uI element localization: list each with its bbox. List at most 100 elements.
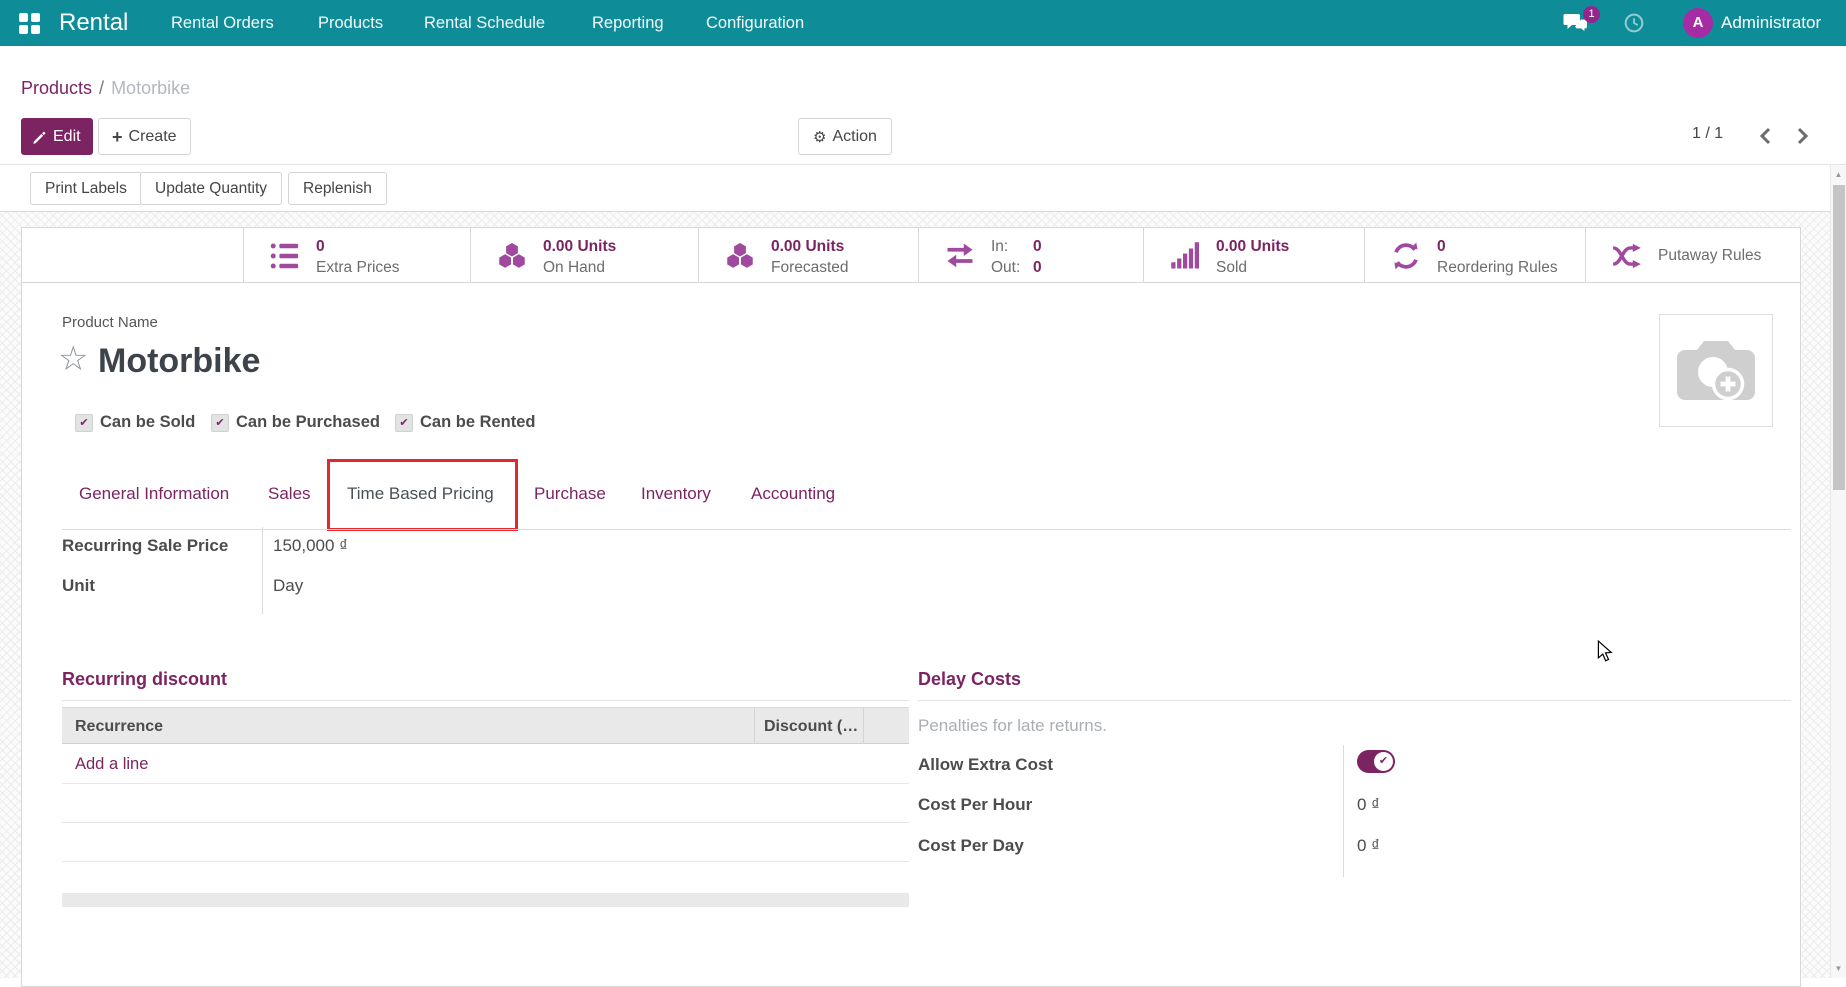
cost-per-hour-value: 0 ₫ (1357, 795, 1380, 815)
tab-accounting[interactable]: Accounting (751, 484, 835, 504)
stat-in-value: 0 (1033, 238, 1042, 255)
stat-label: Reordering Rules (1437, 257, 1558, 278)
checkbox-can-be-sold[interactable]: ✔ Can be Sold (75, 413, 195, 432)
tab-general-information[interactable]: General Information (79, 484, 229, 504)
stat-forecasted[interactable]: 0.00 UnitsForecasted (698, 228, 918, 283)
edit-button[interactable]: Edit (21, 118, 93, 155)
breadcrumb-separator: / (99, 78, 104, 98)
menu-configuration[interactable]: Configuration (706, 0, 804, 46)
menu-rental-schedule[interactable]: Rental Schedule (424, 0, 545, 46)
breadcrumb-current: Motorbike (111, 78, 190, 98)
plus-icon: + (112, 128, 123, 146)
checkbox-can-be-purchased[interactable]: ✔ Can be Purchased (211, 413, 380, 432)
activities-clock-icon[interactable] (1624, 13, 1644, 33)
scrollbar-thumb[interactable] (1833, 185, 1845, 490)
pager-next-icon[interactable] (1794, 127, 1812, 145)
stat-value: 0.00 Units (1216, 236, 1289, 257)
top-navbar: Rental Rental Orders Products Rental Sch… (0, 0, 1846, 46)
scroll-down-icon[interactable]: ▼ (1831, 964, 1846, 973)
breadcrumb: Products / Motorbike (21, 78, 190, 99)
delay-costs-hint: Penalties for late returns. (918, 716, 1107, 736)
checkbox-can-be-rented[interactable]: ✔ Can be Rented (395, 413, 536, 432)
group-divider (918, 700, 1791, 701)
menu-rental-orders[interactable]: Rental Orders (171, 0, 274, 46)
red-highlight-box (327, 459, 518, 531)
stat-in-out[interactable]: In:0 Out:0 (918, 228, 1143, 283)
favorite-star-icon[interactable]: ☆ (58, 342, 88, 376)
stat-label: Extra Prices (316, 257, 400, 278)
cost-per-day-value: 0 ₫ (1357, 836, 1380, 856)
vertical-scrollbar: ▲ ▼ (1830, 165, 1846, 978)
checkmark-icon: ✔ (75, 414, 93, 432)
cost-per-day-label: Cost Per Day (918, 836, 1024, 856)
transfer-arrows-icon (945, 243, 975, 273)
stat-out-label: Out: (991, 257, 1033, 278)
checkmark-icon: ✔ (211, 414, 229, 432)
column-discount: Discount (… (764, 708, 862, 745)
product-name-field-label: Product Name (62, 314, 158, 331)
stat-reordering-rules[interactable]: 0Reordering Rules (1364, 228, 1585, 283)
content-background: 0Extra Prices 0.00 UnitsOn Hand 0.00 Uni… (0, 212, 1846, 978)
table-footer-bar (62, 893, 909, 907)
stat-value: 0.00 Units (771, 236, 849, 257)
stat-label: On Hand (543, 257, 616, 278)
tab-inventory[interactable]: Inventory (641, 484, 711, 504)
stat-button-row: 0Extra Prices 0.00 UnitsOn Hand 0.00 Uni… (22, 228, 1800, 283)
replenish-button[interactable]: Replenish (288, 172, 387, 205)
shuffle-icon (1612, 242, 1642, 272)
action-button[interactable]: ⚙ Action (798, 118, 892, 155)
column-recurrence: Recurrence (75, 708, 163, 745)
app-brand[interactable]: Rental (59, 0, 128, 46)
pencil-icon (33, 130, 47, 144)
gear-icon: ⚙ (813, 128, 826, 146)
message-count-badge: 1 (1583, 6, 1600, 23)
stat-on-hand[interactable]: 0.00 UnitsOn Hand (470, 228, 698, 283)
pager-counter: 1 / 1 (1692, 125, 1723, 143)
breadcrumb-products-link[interactable]: Products (21, 78, 92, 98)
refresh-icon (1391, 241, 1421, 271)
print-labels-button[interactable]: Print Labels (30, 172, 142, 205)
group-divider (62, 700, 909, 701)
product-image-placeholder[interactable] (1659, 314, 1773, 427)
create-button[interactable]: + Create (98, 118, 191, 155)
scroll-up-icon[interactable]: ▲ (1831, 170, 1846, 179)
user-avatar[interactable]: A (1683, 8, 1713, 38)
stat-label: Putaway Rules (1658, 228, 1761, 283)
recurring-discount-title: Recurring discount (62, 669, 227, 690)
allow-extra-cost-label: Allow Extra Cost (918, 755, 1053, 775)
unit-label: Unit (62, 576, 95, 596)
table-header-row: Recurrence Discount (… (62, 707, 909, 744)
update-quantity-button[interactable]: Update Quantity (140, 172, 282, 205)
create-button-label: Create (129, 128, 177, 146)
menu-reporting[interactable]: Reporting (592, 0, 664, 46)
toggle-check-icon: ✔ (1374, 752, 1393, 771)
stat-putaway-rules[interactable]: Putaway Rules (1585, 228, 1800, 283)
unit-value: Day (273, 576, 303, 596)
stat-out-value: 0 (1033, 259, 1042, 276)
pager-previous-icon[interactable] (1756, 127, 1774, 145)
user-menu[interactable]: Administrator (1721, 0, 1821, 46)
action-button-label: Action (832, 128, 876, 146)
control-panel: Products / Motorbike Edit + Create ⚙ Actio… (0, 46, 1846, 165)
pricelist-icon (270, 241, 300, 271)
checkbox-label: Can be Sold (100, 413, 195, 432)
recurring-sale-price-value: 150,000 ₫ (273, 536, 348, 556)
cubes-icon (497, 241, 527, 271)
allow-extra-cost-toggle[interactable]: ✔ (1357, 750, 1395, 773)
table-row (62, 823, 909, 862)
tab-purchase[interactable]: Purchase (534, 484, 606, 504)
field-separator (262, 527, 263, 614)
field-separator (1343, 745, 1344, 877)
delay-costs-title: Delay Costs (918, 669, 1021, 690)
add-a-line-link[interactable]: Add a line (62, 744, 909, 784)
stat-extra-prices[interactable]: 0Extra Prices (243, 228, 470, 283)
apps-grid-icon[interactable] (19, 13, 40, 34)
stat-value: 0.00 Units (543, 236, 616, 257)
menu-products[interactable]: Products (318, 0, 383, 46)
cubes-icon (725, 241, 755, 271)
form-sheet: 0Extra Prices 0.00 UnitsOn Hand 0.00 Uni… (21, 227, 1801, 987)
column-divider (754, 708, 755, 745)
stat-sold[interactable]: 0.00 UnitsSold (1143, 228, 1364, 283)
checkbox-label: Can be Rented (420, 413, 536, 432)
tab-sales[interactable]: Sales (268, 484, 311, 504)
